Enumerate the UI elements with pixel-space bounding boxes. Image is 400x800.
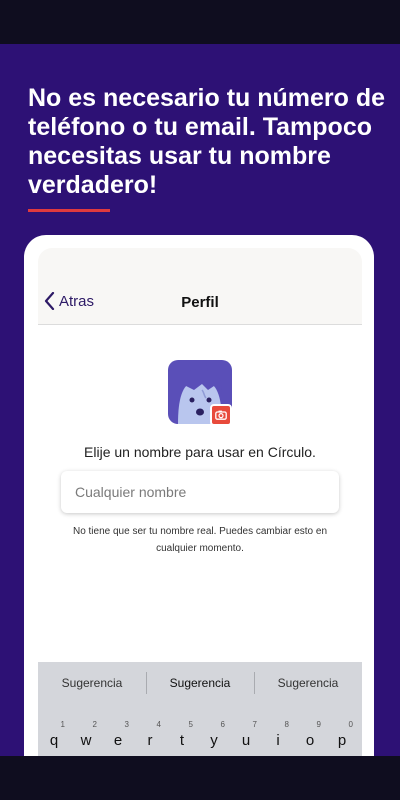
promo-headline: No es necesario tu número de teléfono o … — [28, 84, 386, 199]
camera-glyph-icon — [215, 410, 227, 420]
key-letter: t — [179, 732, 185, 749]
suggestion-2[interactable]: Sugerencia — [146, 662, 254, 704]
key-number: 8 — [284, 720, 289, 729]
accent-divider — [28, 209, 110, 212]
key-letter: w — [80, 732, 92, 749]
app-screen: Atras Perfil Elije un nombre para usar e… — [38, 248, 362, 756]
key-letter: i — [276, 732, 280, 749]
key-number: 2 — [92, 720, 97, 729]
key-number: 5 — [188, 720, 193, 729]
key-r[interactable]: 4r — [136, 720, 164, 756]
key-letter: y — [210, 732, 218, 749]
keyboard: 1q 2w 3e 4r 5t 6y 7u 8i 9o 0p — [38, 704, 362, 756]
key-o[interactable]: 9o — [296, 720, 324, 756]
key-letter: p — [337, 732, 347, 749]
key-q[interactable]: 1q — [40, 720, 68, 756]
key-number: 6 — [220, 720, 225, 729]
key-e[interactable]: 3e — [104, 720, 132, 756]
key-number: 3 — [124, 720, 129, 729]
key-u[interactable]: 7u — [232, 720, 260, 756]
navigation-bar: Atras Perfil — [38, 248, 362, 325]
key-p[interactable]: 0p — [328, 720, 356, 756]
suggestion-1[interactable]: Sugerencia — [38, 662, 146, 704]
key-number: 4 — [156, 720, 161, 729]
key-number: 9 — [316, 720, 321, 729]
key-i[interactable]: 8i — [264, 720, 292, 756]
keyboard-suggestion-bar: Sugerencia Sugerencia Sugerencia — [38, 662, 362, 704]
camera-icon[interactable] — [210, 404, 232, 426]
key-letter: u — [241, 732, 251, 749]
key-t[interactable]: 5t — [168, 720, 196, 756]
key-number: 7 — [252, 720, 257, 729]
key-letter: o — [305, 732, 315, 749]
key-number: 1 — [60, 720, 65, 729]
page-title: Perfil — [181, 294, 219, 311]
name-input[interactable] — [61, 471, 339, 513]
suggestion-3[interactable]: Sugerencia — [254, 662, 362, 704]
key-letter: q — [49, 732, 59, 749]
key-letter: r — [147, 732, 153, 749]
key-w[interactable]: 2w — [72, 720, 100, 756]
key-letter: e — [113, 732, 123, 749]
name-prompt: Elije un nombre para usar en Círculo. — [84, 444, 316, 460]
bottom-border — [0, 756, 400, 800]
key-y[interactable]: 6y — [200, 720, 228, 756]
key-number: 0 — [348, 720, 353, 729]
name-hint: No tiene que ser tu nombre real. Puedes … — [72, 526, 328, 554]
